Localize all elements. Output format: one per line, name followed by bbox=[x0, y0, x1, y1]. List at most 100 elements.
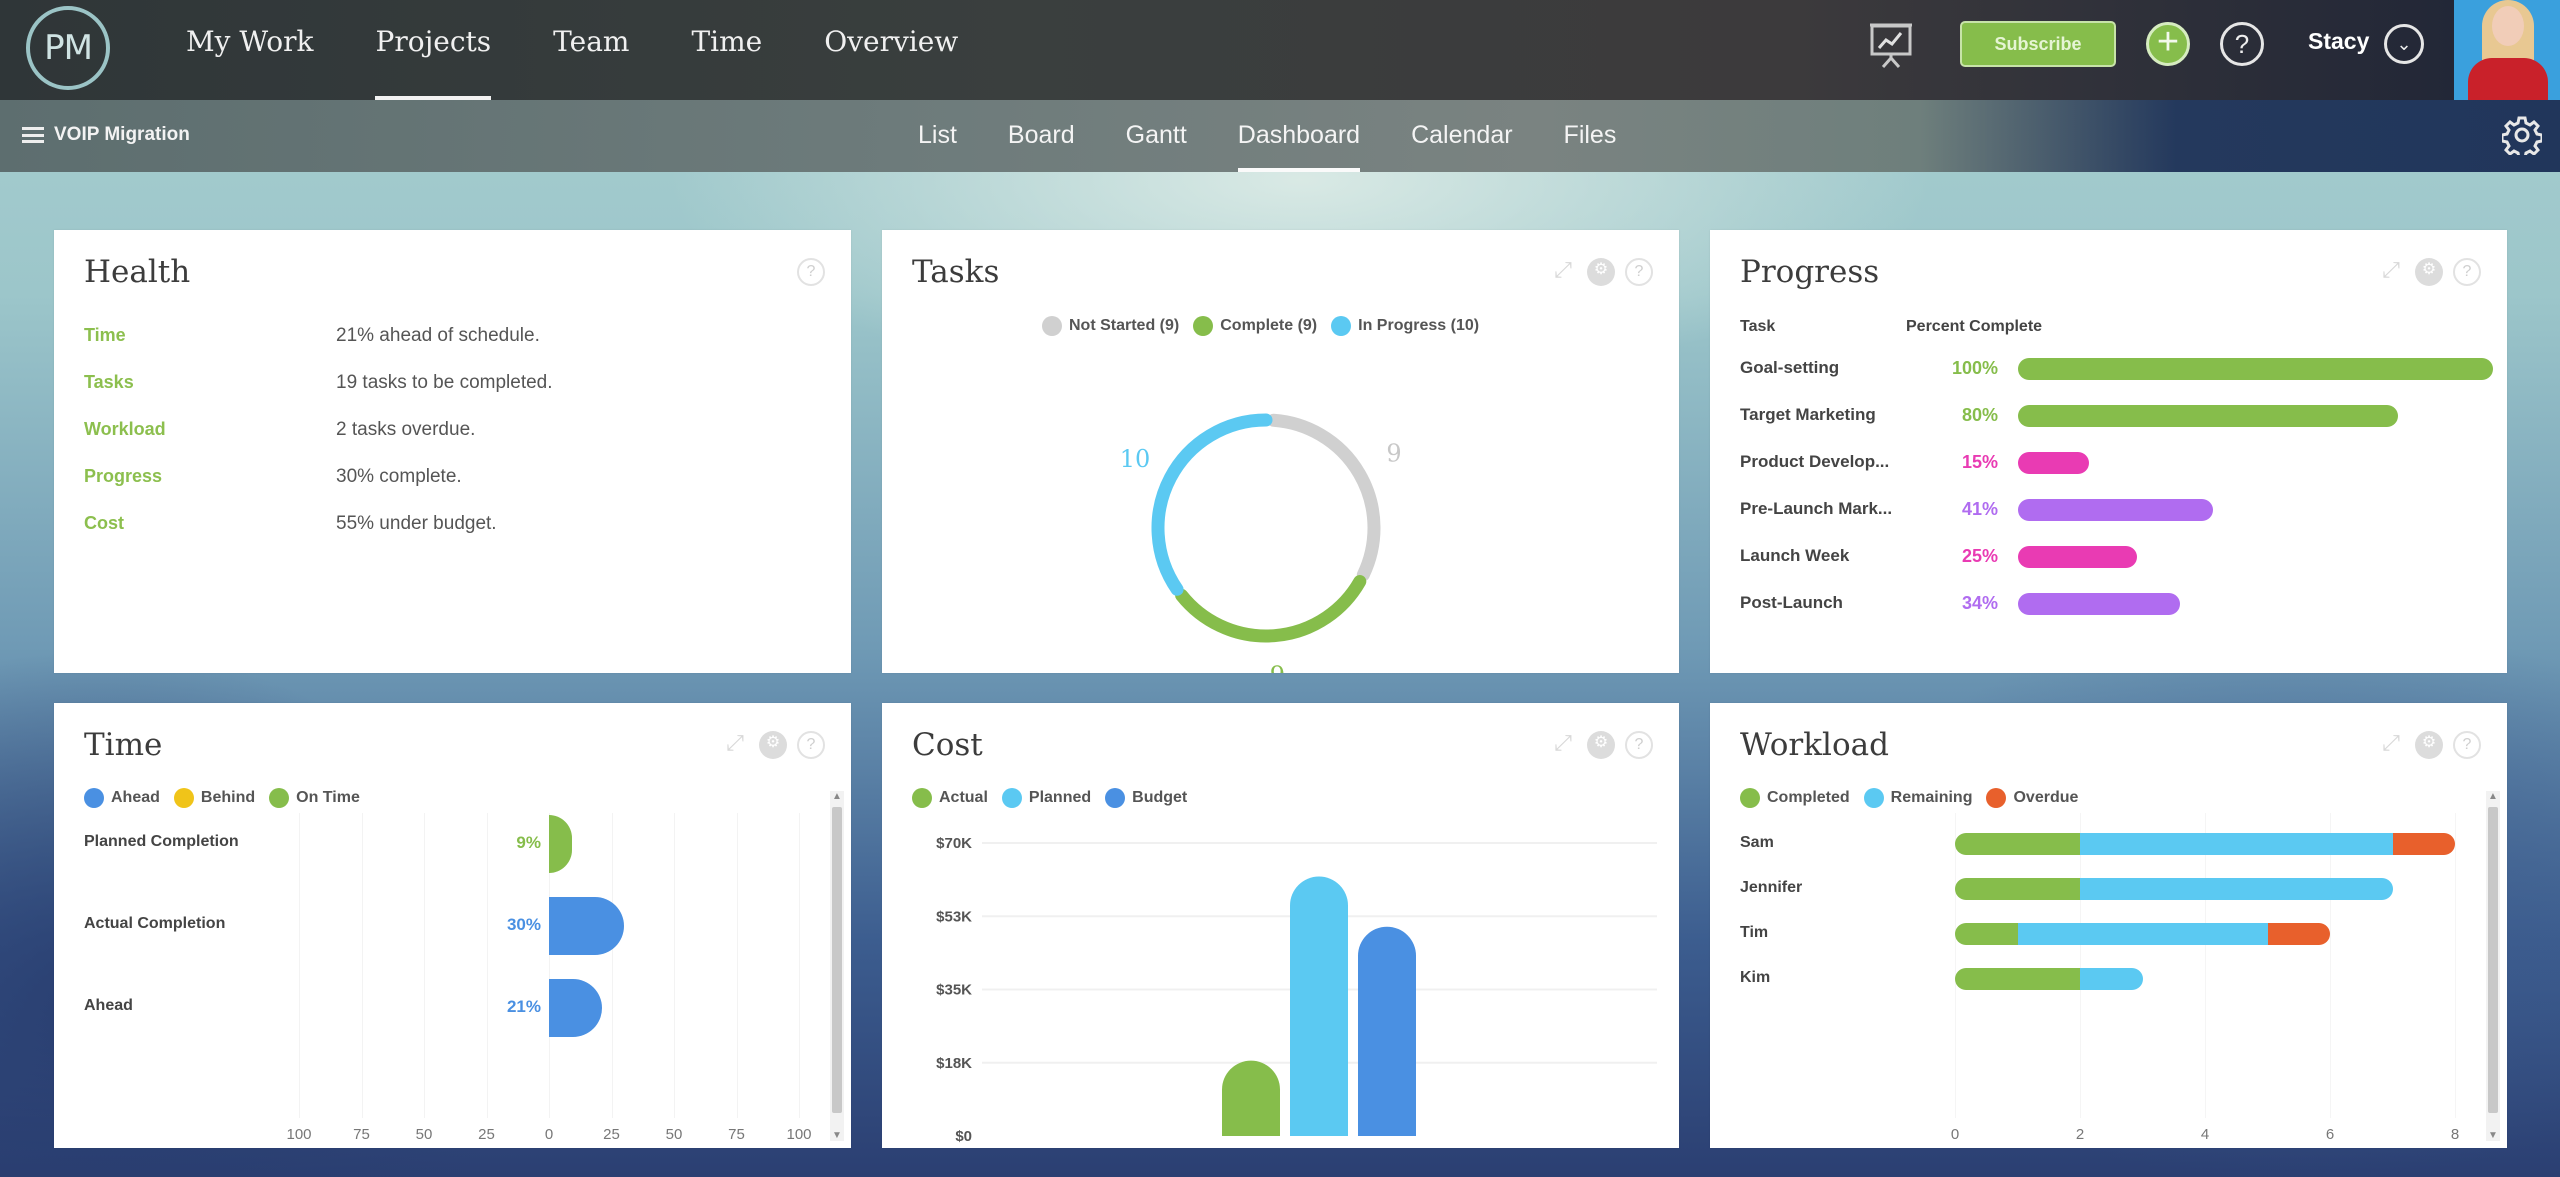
task-name: Post-Launch bbox=[1740, 593, 1843, 612]
time-scrollbar[interactable]: ▲ ▼ bbox=[830, 791, 844, 1141]
x-tick-label: 100 bbox=[286, 1126, 312, 1143]
x-tick-label: 75 bbox=[353, 1126, 370, 1143]
scroll-up-arrow-icon[interactable]: ▲ bbox=[830, 791, 844, 802]
legend-item-not-started[interactable]: Not Started (9) bbox=[1042, 316, 1179, 336]
nav-time[interactable]: Time bbox=[691, 0, 762, 100]
user-menu-chevron-icon[interactable]: ⌄ bbox=[2384, 24, 2424, 64]
scroll-down-arrow-icon[interactable]: ▼ bbox=[830, 1130, 844, 1141]
x-tick-label: 4 bbox=[2200, 1126, 2210, 1143]
grid-line bbox=[736, 813, 738, 1118]
x-tick-label: 100 bbox=[786, 1126, 812, 1143]
progress-bar[interactable] bbox=[2018, 405, 2398, 427]
workload-chart: 0 2 4 6 8 Sam Jennifer Tim Kim bbox=[1710, 703, 2507, 1148]
progress-bar[interactable] bbox=[2018, 546, 2137, 568]
tab-list[interactable]: List bbox=[918, 100, 957, 172]
settings-gear-icon[interactable] bbox=[2500, 115, 2544, 160]
top-navigation-bar: PM My Work Projects Team Time Overview S… bbox=[0, 0, 2560, 100]
progress-bar[interactable] bbox=[2018, 358, 2493, 380]
health-value: 2 tasks overdue. bbox=[336, 419, 476, 440]
progress-card: Progress ⤢ ⚙ ? Task Percent Complete Goa… bbox=[1710, 230, 2507, 673]
tasks-title: Tasks bbox=[912, 254, 1000, 290]
time-bar-ahead[interactable] bbox=[549, 979, 602, 1037]
presentation-chart-icon[interactable] bbox=[1866, 20, 1916, 70]
legend-item-complete[interactable]: Complete (9) bbox=[1193, 316, 1317, 336]
cost-card: Cost ⤢ ⚙ ? Actual Planned Budget $0 $18K $35… bbox=[882, 703, 1679, 1148]
time-bar-actual-completion[interactable] bbox=[549, 897, 624, 955]
grid-line bbox=[361, 813, 363, 1118]
donut-slice-not-started[interactable] bbox=[1267, 413, 1381, 582]
help-icon[interactable]: ? bbox=[797, 258, 825, 286]
tab-gantt[interactable]: Gantt bbox=[1126, 100, 1187, 172]
progress-row: Pre-Launch Mark... 41% bbox=[1740, 497, 2500, 523]
workload-scrollbar[interactable]: ▲ ▼ bbox=[2486, 791, 2500, 1141]
nav-my-work[interactable]: My Work bbox=[186, 0, 313, 100]
percent-label: 25% bbox=[1961, 546, 1998, 566]
donut-slice-complete[interactable] bbox=[1175, 575, 1367, 643]
progress-bar[interactable] bbox=[2018, 499, 2213, 521]
workload-segment-remaining[interactable] bbox=[2080, 833, 2393, 855]
y-tick-label: $18K bbox=[936, 1055, 972, 1072]
row-label: Jennifer bbox=[1740, 879, 1803, 896]
expand-icon[interactable]: ⤢ bbox=[1549, 258, 1577, 286]
cost-bar-actual[interactable] bbox=[1222, 1060, 1280, 1136]
expand-icon[interactable]: ⤢ bbox=[2377, 258, 2405, 286]
scroll-thumb[interactable] bbox=[2488, 807, 2498, 1113]
pm-logo[interactable]: PM bbox=[26, 6, 110, 90]
tasks-donut-chart: 9 9 10 bbox=[1120, 413, 1402, 673]
workload-card: Workload ⤢ ⚙ ? Completed Remaining Overdue… bbox=[1710, 703, 2507, 1148]
scroll-thumb[interactable] bbox=[832, 807, 842, 1113]
gear-icon[interactable]: ⚙ bbox=[2415, 258, 2443, 286]
workload-segment-remaining[interactable] bbox=[2017, 923, 2268, 945]
help-button[interactable]: ? bbox=[2220, 22, 2264, 66]
workload-segment-overdue[interactable] bbox=[2267, 923, 2330, 945]
time-bar-planned-completion[interactable] bbox=[549, 815, 572, 873]
workload-segment-overdue[interactable] bbox=[2392, 833, 2455, 855]
project-selector[interactable]: VOIP Migration bbox=[22, 124, 190, 146]
legend-item-in-progress[interactable]: In Progress (10) bbox=[1331, 316, 1479, 336]
tab-board[interactable]: Board bbox=[1008, 100, 1075, 172]
x-tick-label: 75 bbox=[728, 1126, 745, 1143]
progress-bar[interactable] bbox=[2018, 593, 2180, 615]
workload-segment-completed[interactable] bbox=[1955, 833, 2080, 855]
progress-bar[interactable] bbox=[2018, 452, 2090, 474]
workload-segment-completed[interactable] bbox=[1955, 923, 2018, 945]
donut-label-not-started: 9 bbox=[1386, 440, 1401, 468]
avatar[interactable] bbox=[2454, 0, 2560, 100]
hamburger-menu-icon[interactable] bbox=[22, 127, 44, 143]
bar-value-label: 21% bbox=[506, 997, 541, 1016]
row-label: Sam bbox=[1740, 834, 1774, 851]
legend-dot bbox=[1042, 316, 1062, 336]
legend-dot bbox=[1331, 316, 1352, 336]
help-icon[interactable]: ? bbox=[2453, 258, 2481, 286]
workload-segment-completed[interactable] bbox=[1955, 878, 2080, 900]
donut-slice-in-progress[interactable] bbox=[1151, 413, 1273, 596]
cost-chart: $0 $18K $35K $53K $70K bbox=[936, 835, 1657, 1145]
tab-calendar[interactable]: Calendar bbox=[1411, 100, 1512, 172]
help-icon[interactable]: ? bbox=[1625, 258, 1653, 286]
scroll-up-arrow-icon[interactable]: ▲ bbox=[2486, 791, 2500, 802]
health-key: Workload bbox=[84, 419, 166, 439]
workload-segment-remaining[interactable] bbox=[2080, 968, 2143, 990]
cost-bar-planned[interactable] bbox=[1290, 876, 1348, 1136]
workload-segment-remaining[interactable] bbox=[2080, 878, 2393, 900]
tab-dashboard[interactable]: Dashboard bbox=[1237, 100, 1361, 172]
tab-files[interactable]: Files bbox=[1564, 100, 1617, 172]
y-tick-label: $0 bbox=[955, 1128, 972, 1145]
progress-track bbox=[2018, 546, 2493, 568]
workload-segment-completed[interactable] bbox=[1955, 968, 2080, 990]
avatar-face bbox=[2492, 6, 2524, 46]
x-tick-label: 6 bbox=[2325, 1126, 2335, 1143]
main-nav: My Work Projects Team Time Overview bbox=[186, 0, 1020, 100]
project-name: VOIP Migration bbox=[54, 124, 190, 145]
cost-bar-budget[interactable] bbox=[1358, 926, 1416, 1136]
add-button[interactable]: + bbox=[2146, 22, 2190, 66]
bar-value-label: 30% bbox=[506, 915, 541, 934]
grid-line bbox=[799, 813, 800, 1118]
user-name[interactable]: Stacy bbox=[2308, 28, 2369, 55]
scroll-down-arrow-icon[interactable]: ▼ bbox=[2486, 1130, 2500, 1141]
nav-team[interactable]: Team bbox=[553, 0, 629, 100]
gear-icon[interactable]: ⚙ bbox=[1587, 258, 1615, 286]
nav-projects[interactable]: Projects bbox=[375, 0, 491, 100]
nav-overview[interactable]: Overview bbox=[824, 0, 958, 100]
subscribe-button[interactable]: Subscribe bbox=[1960, 21, 2116, 67]
